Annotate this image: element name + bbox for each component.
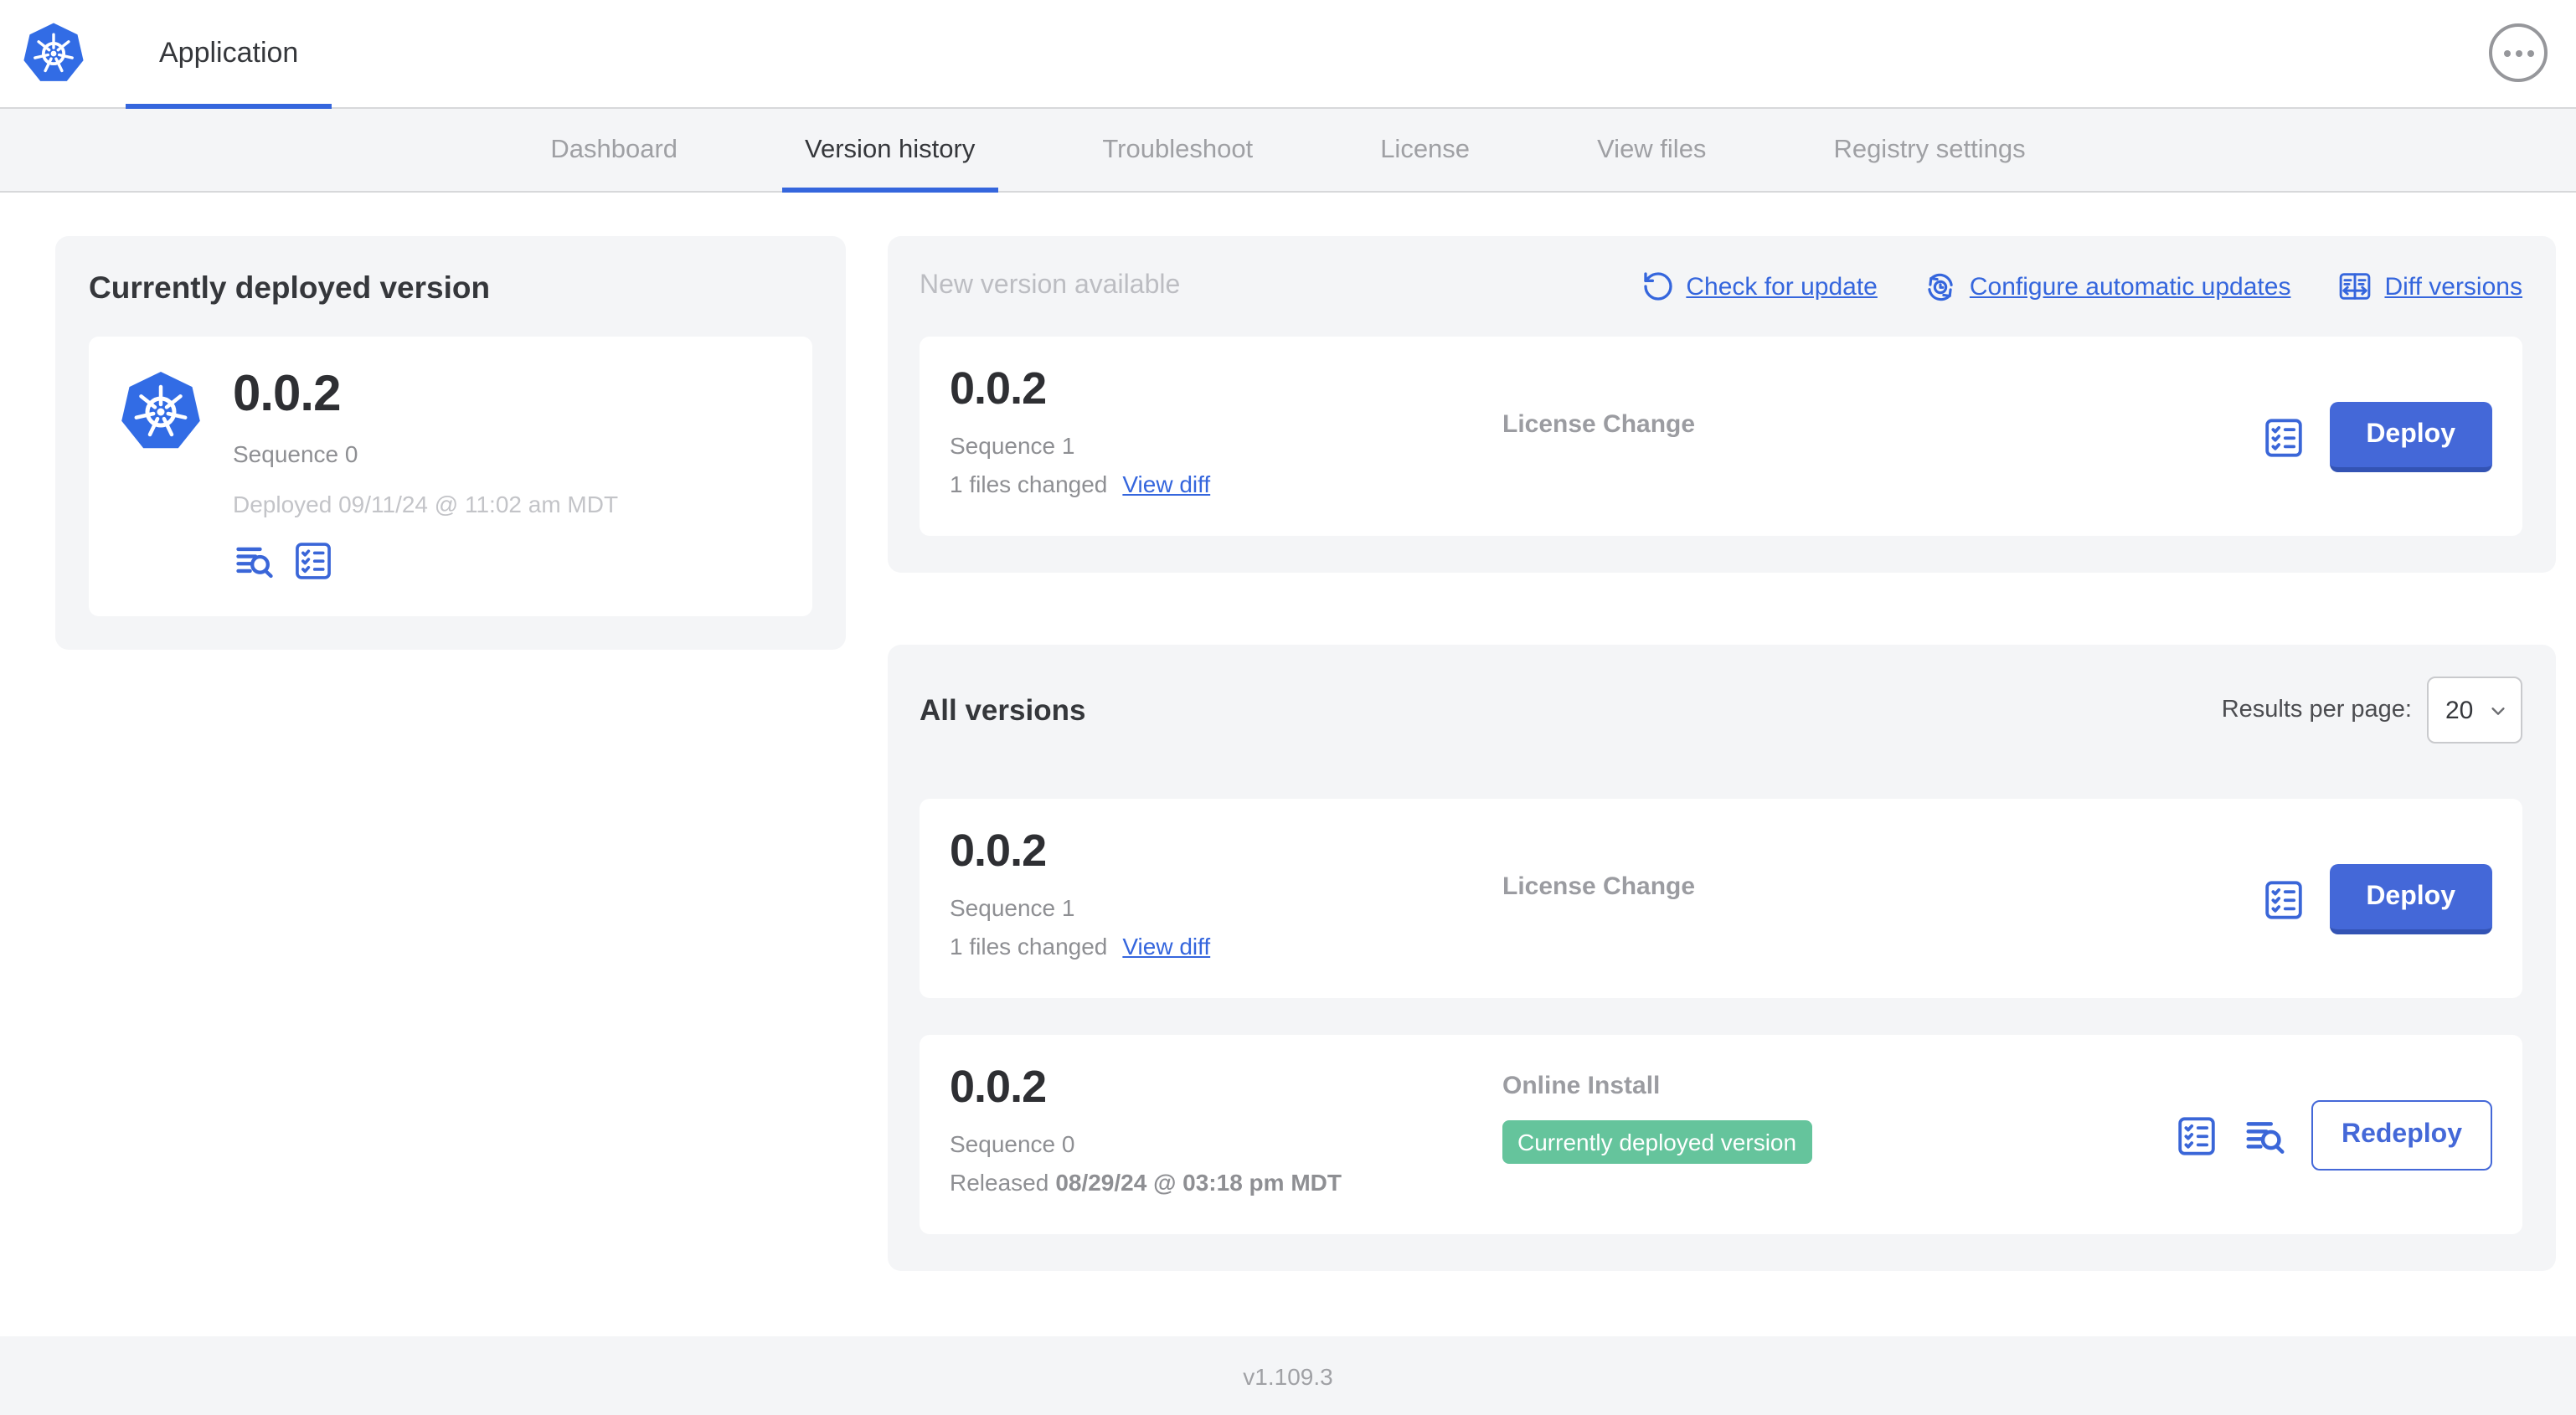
app-tab[interactable]: Application	[126, 0, 332, 109]
redeploy-button[interactable]: Redeploy	[2311, 1100, 2492, 1171]
version-info: 0.0.2 Sequence 0 Released 08/29/24 @ 03:…	[950, 1063, 1502, 1207]
version-info: 0.0.2 Sequence 1 1 files changed View di…	[950, 826, 1502, 971]
deploy-logs-icon[interactable]	[233, 539, 276, 583]
preflight-checklist-icon[interactable]	[2260, 414, 2306, 460]
version-source: License Change	[1502, 872, 1696, 901]
new-version-section: New version available Check for update C…	[888, 236, 2556, 573]
deployed-version-info: 0.0.2 Sequence 0 Deployed 09/11/24 @ 11:…	[233, 367, 618, 583]
all-versions-title: All versions	[920, 692, 1086, 726]
version-actions: Redeploy	[2174, 1100, 2492, 1171]
all-versions-section: All versions Results per page: 20 0.0.2 …	[888, 645, 2556, 1271]
results-per-page: Results per page: 20	[2222, 677, 2522, 744]
admin-console-page: Application Dashboard Version history Tr…	[0, 0, 2576, 1415]
main-content: Currently deployed version 0.0.2 Sequenc…	[0, 193, 2576, 1271]
files-changed-line: 1 files changed View diff	[950, 470, 1211, 497]
version-actions: Deploy	[2260, 402, 2492, 472]
configure-automatic-updates-link[interactable]: Configure automatic updates	[1923, 269, 2290, 304]
version-row: 0.0.2 Sequence 1 1 files changed View di…	[920, 799, 2522, 998]
app-tab-label: Application	[159, 37, 299, 69]
tab-dashboard[interactable]: Dashboard	[527, 109, 701, 191]
deploy-button[interactable]: Deploy	[2329, 402, 2492, 472]
currently-deployed-badge: Currently deployed version	[1502, 1120, 1812, 1164]
deployed-sequence: Sequence 0	[233, 440, 358, 467]
page-footer: v1.109.3	[0, 1336, 2576, 1415]
released-date: 08/29/24 @ 03:18 pm MDT	[1055, 1168, 1342, 1196]
results-per-page-label: Results per page:	[2221, 697, 2412, 723]
version-number: 0.0.2	[950, 1062, 1047, 1112]
console-version: v1.109.3	[1243, 1362, 1333, 1389]
currently-deployed-card: Currently deployed version 0.0.2 Sequenc…	[55, 236, 846, 650]
tab-troubleshoot[interactable]: Troubleshoot	[1079, 109, 1276, 191]
kubernetes-app-icon	[117, 370, 204, 454]
kubernetes-logo-icon	[22, 22, 85, 85]
version-source: Online Install Currently deployed versio…	[1502, 1063, 2174, 1207]
results-per-page-select[interactable]: 20	[2427, 677, 2522, 744]
version-info: 0.0.2 Sequence 1 1 files changed View di…	[950, 363, 1502, 509]
version-row: 0.0.2 Sequence 0 Released 08/29/24 @ 03:…	[920, 1035, 2522, 1234]
split-diff-icon	[2339, 273, 2370, 300]
version-source: License Change	[1502, 410, 1696, 439]
deployed-actions	[233, 539, 618, 583]
version-number: 0.0.2	[950, 826, 1047, 876]
deploy-logs-icon[interactable]	[2243, 1113, 2288, 1158]
currently-deployed-title: Currently deployed version	[89, 270, 491, 305]
tab-version-history[interactable]: Version history	[781, 109, 998, 193]
deployed-version-number: 0.0.2	[233, 367, 341, 422]
app-header: Application	[0, 0, 2576, 109]
view-diff-link[interactable]: View diff	[1122, 932, 1210, 959]
tab-license[interactable]: License	[1357, 109, 1493, 191]
tab-registry-settings[interactable]: Registry settings	[1810, 109, 2048, 191]
rotate-ccw-icon	[1643, 272, 1672, 301]
update-links: Check for update Configure automatic upd…	[1641, 268, 2522, 305]
sync-clock-icon	[1928, 272, 1953, 301]
diff-versions-link[interactable]: Diff versions	[2336, 268, 2522, 305]
tab-view-files[interactable]: View files	[1574, 109, 1729, 191]
chevron-down-icon	[2491, 707, 2505, 714]
deploy-button[interactable]: Deploy	[2329, 864, 2492, 934]
version-number: 0.0.2	[950, 363, 1047, 414]
overflow-menu-button[interactable]	[2489, 23, 2548, 82]
released-line: Released 08/29/24 @ 03:18 pm MDT	[950, 1168, 1342, 1196]
ellipsis-icon	[2503, 49, 2533, 56]
version-sequence: Sequence 0	[950, 1129, 1075, 1157]
preflight-checklist-icon[interactable]	[2260, 877, 2306, 922]
new-version-title: New version available	[920, 271, 1181, 300]
check-for-update-link[interactable]: Check for update	[1641, 270, 1878, 303]
view-diff-link[interactable]: View diff	[1122, 470, 1210, 497]
new-version-row: 0.0.2 Sequence 1 1 files changed View di…	[920, 337, 2522, 536]
preflight-checklist-icon[interactable]	[291, 539, 335, 583]
preflight-checklist-icon[interactable]	[2174, 1113, 2219, 1158]
files-changed-line: 1 files changed View diff	[950, 932, 1211, 960]
version-sequence: Sequence 1	[950, 893, 1075, 921]
version-actions: Deploy	[2260, 864, 2492, 934]
deployed-timestamp: Deployed 09/11/24 @ 11:02 am MDT	[233, 491, 619, 517]
version-sequence: Sequence 1	[950, 431, 1075, 459]
deployed-version-box: 0.0.2 Sequence 0 Deployed 09/11/24 @ 11:…	[89, 337, 812, 616]
versions-column: New version available Check for update C…	[888, 236, 2556, 1271]
active-tab-underline	[126, 104, 332, 109]
page-tabs: Dashboard Version history Troubleshoot L…	[0, 109, 2576, 193]
